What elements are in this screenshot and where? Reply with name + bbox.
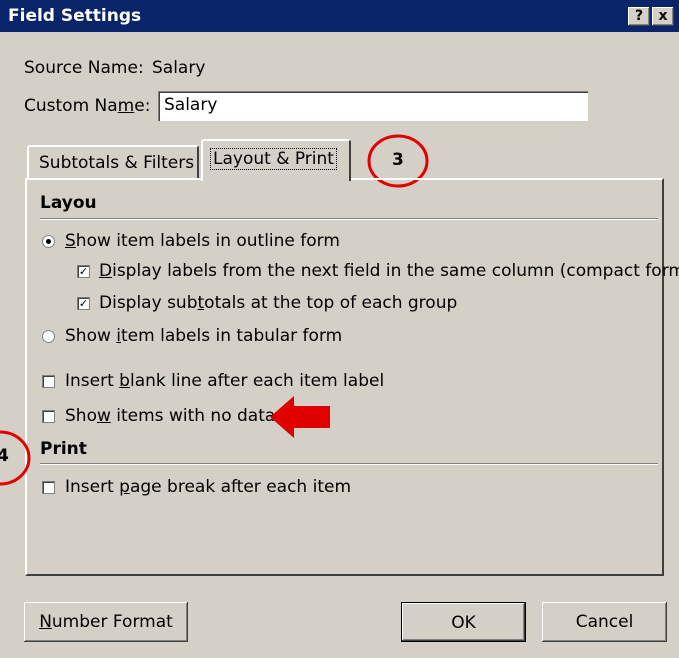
no-data-checkbox[interactable] [42,410,55,423]
source-name-label: Source Name: [24,58,144,78]
annotation-number-3: 3 [392,150,404,170]
tab-subtotals-filters[interactable]: Subtotals & Filters [27,145,199,179]
source-name-value: Salary [152,58,206,78]
dialog-title: Field Settings [8,6,142,26]
close-button[interactable]: x [652,7,674,26]
number-format-button[interactable]: Number Format [24,602,188,642]
tab-layout-print[interactable]: Layout & Print [201,139,351,181]
annotation-arrow-icon [270,396,330,438]
compact-form-label: Display labels from the next field in th… [99,261,679,281]
outline-form-label: Show item labels in outline form [65,231,340,251]
close-icon: x [658,8,668,24]
ok-label: OK [451,613,476,633]
tab-layout-print-label: Layout & Print [210,148,337,170]
tabular-form-label: Show item labels in tabular form [65,326,343,346]
layout-heading: Layou [40,193,97,213]
help-button[interactable]: ? [628,7,650,26]
page-break-label: Insert page break after each item [65,477,352,497]
layout-divider [40,218,658,220]
subtotals-top-label: Display subtotals at the top of each gro… [99,293,458,313]
annotation-number-4: 4 [0,446,9,466]
subtotals-top-checkbox[interactable]: ✓ [77,297,90,310]
compact-form-checkbox[interactable]: ✓ [77,265,90,278]
cancel-button[interactable]: Cancel [542,602,667,642]
help-icon: ? [634,8,644,24]
cancel-label: Cancel [575,612,634,632]
number-format-label: Number Format [39,612,173,632]
tab-subtotals-filters-label: Subtotals & Filters [39,153,195,173]
blank-line-label: Insert blank line after each item label [65,371,385,391]
custom-name-label: Custom Name: [24,96,151,116]
blank-line-checkbox[interactable] [42,375,55,388]
page-break-checkbox[interactable] [42,481,55,494]
print-divider [40,463,658,465]
print-heading: Print [40,439,87,459]
outline-form-radio[interactable] [42,235,55,248]
no-data-label: Show items with no data [65,406,276,426]
tabular-form-radio[interactable] [42,330,55,343]
custom-name-input[interactable]: Salary [158,91,588,121]
title-bar: Field Settings ? x [0,0,679,32]
ok-button[interactable]: OK [401,602,526,642]
